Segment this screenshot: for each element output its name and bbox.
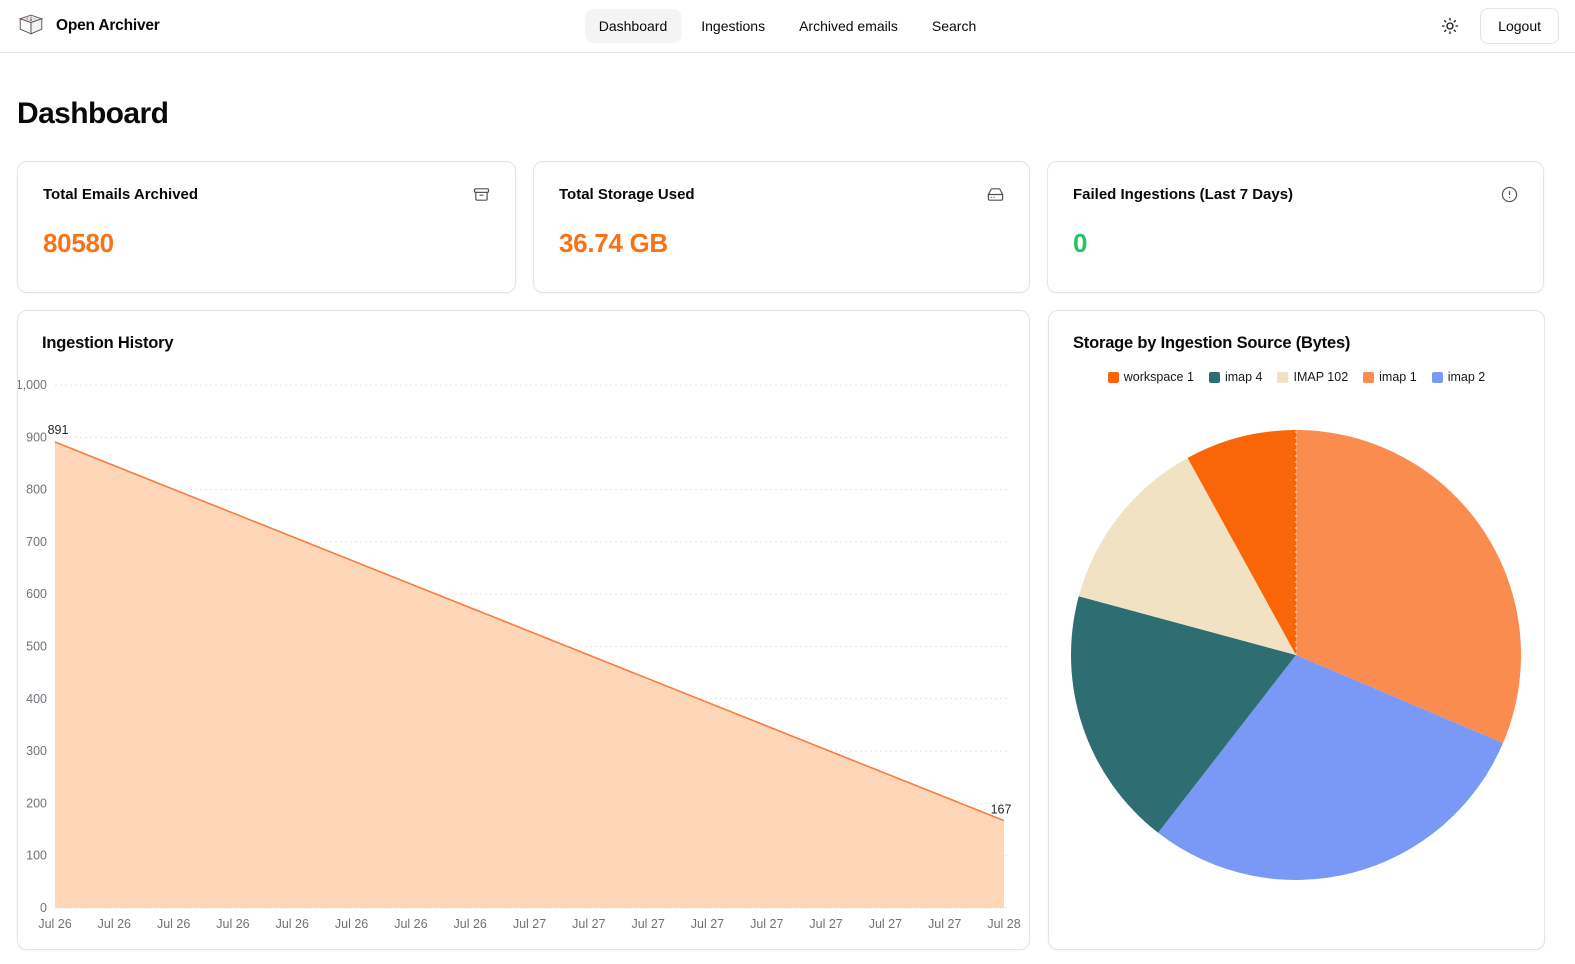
svg-text:500: 500 bbox=[26, 640, 47, 654]
svg-text:Jul 26: Jul 26 bbox=[335, 917, 368, 931]
svg-text:0: 0 bbox=[40, 901, 47, 915]
archive-icon bbox=[473, 186, 490, 203]
svg-text:Jul 27: Jul 27 bbox=[809, 917, 842, 931]
svg-text:167: 167 bbox=[991, 803, 1012, 817]
ingestion-history-card: Ingestion History 0100200300400500600700… bbox=[17, 310, 1030, 950]
stat-label: Failed Ingestions (Last 7 Days) bbox=[1073, 186, 1293, 203]
app-title: Open Archiver bbox=[56, 17, 160, 35]
charts-row: Ingestion History 0100200300400500600700… bbox=[17, 310, 1545, 950]
theme-toggle-button[interactable] bbox=[1434, 10, 1466, 42]
stat-card: Total Storage Used 36.74 GB bbox=[533, 161, 1030, 293]
ingestion-history-chart: 0 100 200 300 400 500 600 700 800 900 1,000 891 167 J… bbox=[18, 311, 1029, 949]
legend-item-imap-1[interactable]: imap 1 bbox=[1363, 370, 1417, 384]
legend-item-workspace-1[interactable]: workspace 1 bbox=[1108, 370, 1194, 384]
sun-icon bbox=[1441, 17, 1459, 35]
legend-item-imap-4[interactable]: imap 4 bbox=[1209, 370, 1263, 384]
nav-item-ingestions[interactable]: Ingestions bbox=[687, 9, 779, 43]
svg-text:Jul 26: Jul 26 bbox=[454, 917, 487, 931]
stat-label: Total Emails Archived bbox=[43, 186, 198, 203]
svg-text:700: 700 bbox=[26, 535, 47, 549]
stat-value: 0 bbox=[1073, 228, 1518, 259]
app-header: Open Archiver DashboardIngestionsArchive… bbox=[0, 0, 1575, 53]
stat-value: 36.74 GB bbox=[559, 228, 1004, 259]
svg-text:Jul 27: Jul 27 bbox=[631, 917, 664, 931]
stat-card: Total Emails Archived 80580 bbox=[17, 161, 516, 293]
svg-text:Jul 27: Jul 27 bbox=[750, 917, 783, 931]
svg-text:Jul 27: Jul 27 bbox=[869, 917, 902, 931]
legend-swatch bbox=[1277, 372, 1288, 383]
svg-text:Jul 26: Jul 26 bbox=[216, 917, 249, 931]
stat-label: Total Storage Used bbox=[559, 186, 695, 203]
svg-text:Jul 26: Jul 26 bbox=[394, 917, 427, 931]
nav-item-archived-emails[interactable]: Archived emails bbox=[785, 9, 912, 43]
legend-swatch bbox=[1432, 372, 1443, 383]
legend-label: workspace 1 bbox=[1124, 370, 1194, 384]
svg-text:600: 600 bbox=[26, 587, 47, 601]
svg-text:900: 900 bbox=[26, 430, 47, 444]
pie-legend: workspace 1 imap 4 IMAP 102 imap 1 imap 2 bbox=[1049, 370, 1544, 384]
legend-swatch bbox=[1363, 372, 1374, 383]
legend-label: imap 2 bbox=[1448, 370, 1486, 384]
legend-item-imap-2[interactable]: imap 2 bbox=[1432, 370, 1486, 384]
legend-swatch bbox=[1108, 372, 1119, 383]
nav-item-search[interactable]: Search bbox=[918, 9, 990, 43]
svg-text:Jul 27: Jul 27 bbox=[691, 917, 724, 931]
svg-text:Jul 28: Jul 28 bbox=[987, 917, 1020, 931]
svg-text:1,000: 1,000 bbox=[18, 378, 47, 392]
svg-text:800: 800 bbox=[26, 483, 47, 497]
legend-item-imap-102[interactable]: IMAP 102 bbox=[1277, 370, 1348, 384]
legend-swatch bbox=[1209, 372, 1220, 383]
svg-text:Jul 26: Jul 26 bbox=[38, 917, 71, 931]
main-content: Dashboard Total Emails Archived80580Tota… bbox=[0, 97, 1575, 950]
svg-text:300: 300 bbox=[26, 744, 47, 758]
header-actions: Logout bbox=[1434, 8, 1559, 44]
stats-row: Total Emails Archived 80580 Total Storage … bbox=[17, 161, 1545, 293]
svg-text:Jul 27: Jul 27 bbox=[928, 917, 961, 931]
svg-text:200: 200 bbox=[26, 796, 47, 810]
svg-text:400: 400 bbox=[26, 692, 47, 706]
legend-label: imap 1 bbox=[1379, 370, 1417, 384]
svg-text:Jul 26: Jul 26 bbox=[157, 917, 190, 931]
alert-circle-icon bbox=[1501, 186, 1518, 203]
legend-label: IMAP 102 bbox=[1293, 370, 1348, 384]
svg-text:100: 100 bbox=[26, 849, 47, 863]
svg-text:Jul 27: Jul 27 bbox=[572, 917, 605, 931]
nav-item-dashboard[interactable]: Dashboard bbox=[585, 9, 682, 43]
storage-pie-chart bbox=[1049, 311, 1544, 949]
legend-label: imap 4 bbox=[1225, 370, 1263, 384]
svg-text:Jul 26: Jul 26 bbox=[98, 917, 131, 931]
archive-box-logo-icon bbox=[16, 9, 46, 44]
storage-pie-card: Storage by Ingestion Source (Bytes) work… bbox=[1048, 310, 1545, 950]
logout-button[interactable]: Logout bbox=[1480, 8, 1559, 44]
main-nav: DashboardIngestionsArchived emailsSearch bbox=[585, 9, 991, 43]
stat-card: Failed Ingestions (Last 7 Days) 0 bbox=[1047, 161, 1544, 293]
svg-text:Jul 27: Jul 27 bbox=[513, 917, 546, 931]
page-title: Dashboard bbox=[17, 97, 1545, 131]
stat-value: 80580 bbox=[43, 228, 490, 259]
brand: Open Archiver bbox=[16, 9, 160, 44]
svg-text:891: 891 bbox=[48, 423, 69, 437]
hard-drive-icon bbox=[987, 186, 1004, 203]
svg-text:Jul 26: Jul 26 bbox=[276, 917, 309, 931]
